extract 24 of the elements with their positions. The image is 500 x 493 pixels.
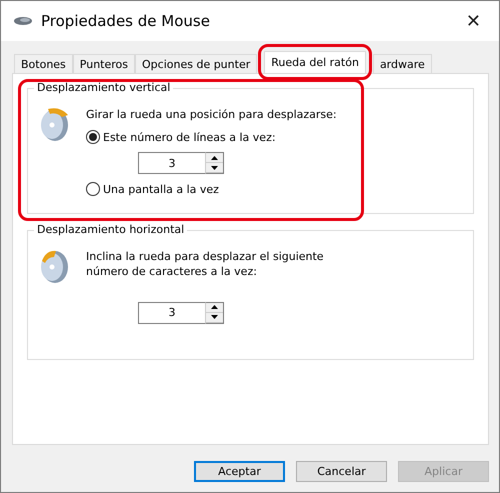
close-button[interactable]: ✕ (460, 10, 487, 32)
mouse-icon (13, 16, 33, 26)
number-field[interactable]: 3 (138, 302, 206, 324)
radio-button[interactable] (86, 182, 100, 196)
decrement-icon[interactable] (206, 312, 223, 323)
tab[interactable]: ardware (372, 54, 432, 73)
prompt-text: Girar la rueda una posición para desplazarse: (86, 107, 337, 122)
dialog-button[interactable]: Cancelar (296, 461, 387, 482)
decrement-icon[interactable] (206, 163, 223, 174)
increment-icon[interactable] (206, 153, 223, 164)
tab[interactable]: Botones (14, 54, 73, 73)
window-title: Propiedades de Mouse (41, 12, 211, 30)
tab[interactable]: Opciones de punter (135, 54, 258, 73)
radio-label: Este número de líneas a la vez: (103, 130, 276, 144)
group-title: Desplazamiento horizontal (34, 223, 188, 236)
prompt-text: Inclina la rueda para desplazar el siguiente número de caracteres a la vez: (86, 249, 325, 280)
tab[interactable]: Punteros (72, 54, 136, 73)
tab[interactable]: Rueda del ratón (264, 51, 366, 73)
group-title: Desplazamiento vertical (34, 81, 174, 94)
increment-icon[interactable] (206, 302, 223, 313)
number-field[interactable]: 3 (138, 152, 206, 174)
radio-label: Una pantalla a la vez (103, 182, 219, 196)
radio-button[interactable] (86, 130, 100, 144)
dialog-button[interactable]: Aceptar (194, 461, 285, 482)
